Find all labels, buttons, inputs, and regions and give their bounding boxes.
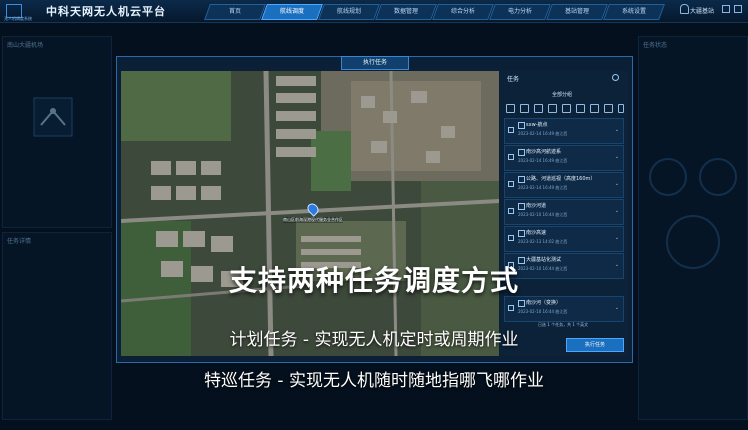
task-date: 2023-02-14 16:49 曲江西 bbox=[518, 158, 568, 163]
search-icon[interactable] bbox=[612, 74, 619, 81]
task-name: 南沙河道 bbox=[526, 203, 547, 209]
task-date: 2023-02-10 16:44 曲江西 bbox=[518, 212, 568, 217]
task-item[interactable]: sxw-航点 2023-02-14 16:49 曲江西 ⌄ bbox=[504, 118, 624, 144]
nav-item-route-plan[interactable]: 航线规划 bbox=[318, 4, 380, 20]
task-date: 2023-02-14 16:49 曲江西 bbox=[518, 131, 568, 136]
nav-item-station[interactable]: 基站管理 bbox=[546, 4, 608, 20]
nav-item-home[interactable]: 首页 bbox=[204, 4, 266, 20]
task-item[interactable]: 南沙高速 2023-02-13 14:02 曲江西 ⌄ bbox=[504, 226, 624, 252]
route-icon bbox=[518, 203, 525, 210]
username[interactable]: 大疆基站 bbox=[690, 6, 714, 15]
overlay-line-scheduled: 计划任务 - 实现无人机定时或周期作业 bbox=[229, 330, 519, 350]
task-date: 2023-02-14 16:49 曲江西 bbox=[518, 185, 568, 190]
task-item[interactable]: 南沙河道 2023-02-10 16:44 曲江西 ⌄ bbox=[504, 199, 624, 225]
checkbox[interactable] bbox=[508, 235, 514, 241]
antenna-icon[interactable] bbox=[604, 104, 613, 113]
close-icon[interactable] bbox=[734, 5, 742, 13]
task-name: 南沙高河航迹系 bbox=[526, 149, 562, 155]
overlay-line-patrol: 特巡任务 - 实现无人机随时随地指哪飞哪作业 bbox=[204, 371, 544, 391]
nav-label: 首页 bbox=[228, 8, 241, 15]
task-panel-title: 任务 bbox=[507, 76, 520, 83]
checkbox[interactable] bbox=[508, 154, 514, 160]
grid-icon[interactable] bbox=[534, 104, 543, 113]
table-icon[interactable] bbox=[590, 104, 599, 113]
task-date: 2023-02-10 16:44 曲江西 bbox=[518, 309, 568, 314]
nav-item-analysis[interactable]: 综合分析 bbox=[432, 4, 494, 20]
dialog-title: 执行任务 bbox=[341, 56, 409, 70]
compass-icon[interactable] bbox=[562, 104, 571, 113]
nav-label: 基站管理 bbox=[564, 8, 589, 15]
user-icon[interactable] bbox=[680, 4, 689, 14]
nav-label: 系统设置 bbox=[621, 8, 646, 15]
chevron-down-icon[interactable]: ⌄ bbox=[615, 181, 619, 187]
nav-item-power[interactable]: 电力分析 bbox=[489, 4, 551, 20]
chevron-down-icon[interactable]: ⌄ bbox=[615, 235, 619, 241]
nav-item-settings[interactable]: 系统设置 bbox=[603, 4, 665, 20]
nav-label: 数据管理 bbox=[393, 8, 418, 15]
checkbox[interactable] bbox=[508, 127, 514, 133]
checkbox[interactable] bbox=[508, 181, 514, 187]
chevron-down-icon[interactable]: ⌄ bbox=[615, 208, 619, 214]
task-name: sxw-航点 bbox=[526, 122, 548, 128]
nav-label: 综合分析 bbox=[450, 8, 475, 15]
overlay-headline: 支持两种任务调度方式 bbox=[228, 264, 519, 297]
route-icon bbox=[518, 122, 525, 129]
map-marker-label: 南山区前海深港现代服务业合作区 bbox=[283, 217, 343, 223]
nav-label: 航线规划 bbox=[336, 8, 361, 15]
top-bar: 无人机调度系统 中科天网无人机云平台 首页 航线调度 航线规划 数据管理 综合分… bbox=[0, 0, 748, 23]
task-name: 南沙河（变换） bbox=[526, 300, 562, 306]
folder-icon[interactable] bbox=[506, 104, 515, 113]
chevron-down-icon[interactable]: ⌄ bbox=[615, 127, 619, 133]
chevron-down-icon[interactable]: ⌄ bbox=[615, 154, 619, 160]
layers-icon[interactable] bbox=[548, 104, 557, 113]
task-date: 2023-02-13 14:02 曲江西 bbox=[518, 239, 568, 244]
app-title: 中科天网无人机云平台 bbox=[46, 5, 166, 18]
route-icon bbox=[518, 300, 525, 307]
minimize-icon[interactable] bbox=[722, 5, 730, 13]
task-item[interactable]: 南沙河（变换） 2023-02-10 16:44 曲江西 ⌄ bbox=[504, 296, 624, 322]
nav-label: 电力分析 bbox=[507, 8, 532, 15]
checkbox[interactable] bbox=[508, 305, 514, 311]
waypoint-icon[interactable] bbox=[576, 104, 585, 113]
route-icon bbox=[518, 149, 525, 156]
more-icon[interactable] bbox=[618, 104, 624, 113]
route-icon bbox=[518, 176, 525, 183]
route-icon bbox=[518, 230, 525, 237]
task-item[interactable]: 南沙高河航迹系 2023-02-14 16:49 曲江西 ⌄ bbox=[504, 145, 624, 171]
nav-item-data[interactable]: 数据管理 bbox=[375, 4, 437, 20]
checkbox[interactable] bbox=[508, 208, 514, 214]
nav-item-route-dispatch[interactable]: 航线调度 bbox=[261, 4, 323, 20]
nav-label: 航线调度 bbox=[279, 8, 304, 15]
task-name: 公路、河道巡视（高度160m） bbox=[526, 176, 596, 182]
camera-icon[interactable] bbox=[520, 104, 529, 113]
task-item[interactable]: 公路、河道巡视（高度160m） 2023-02-14 16:49 曲江西 ⌄ bbox=[504, 172, 624, 198]
task-name: 南沙高速 bbox=[526, 230, 547, 236]
chevron-down-icon[interactable]: ⌄ bbox=[615, 305, 619, 311]
group-filter[interactable]: 全部分组 bbox=[552, 91, 572, 98]
